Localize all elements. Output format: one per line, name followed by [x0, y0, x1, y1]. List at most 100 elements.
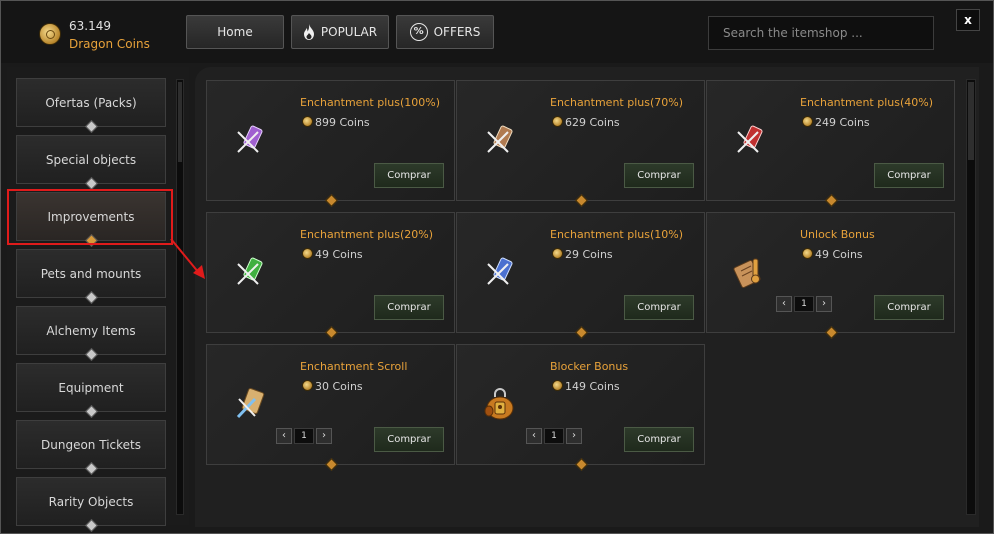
decrease-quantity-button[interactable]: ‹ — [276, 428, 292, 444]
product-title: Enchantment plus(100%) — [300, 96, 441, 109]
unlock-scroll-icon — [733, 258, 761, 289]
sidebar-item-label: Ofertas (Packs) — [45, 95, 137, 110]
increase-quantity-button[interactable]: › — [566, 428, 582, 444]
sidebar-scrollbar[interactable] — [176, 79, 184, 515]
product-price: 629 Coins — [565, 116, 620, 129]
decrease-quantity-button[interactable]: ‹ — [526, 428, 542, 444]
sidebar-item-dungeon-tickets[interactable]: Dungeon Tickets — [16, 420, 166, 475]
lock-bag-icon — [484, 388, 514, 420]
dragon-coin-icon — [39, 23, 61, 45]
sidebar-item-label: Special objects — [45, 152, 137, 167]
quantity-value[interactable]: 1 — [544, 428, 564, 444]
sidebar-scroll-thumb[interactable] — [178, 82, 182, 162]
close-button[interactable]: x — [956, 9, 980, 31]
itemshop-window: 63.149 Dragon Coins Home POPULAR % OFFER… — [0, 0, 994, 534]
coin-icon — [552, 380, 563, 391]
buy-button-label: Comprar — [637, 434, 681, 445]
product-title: Enchantment Scroll — [300, 360, 408, 373]
sidebar-item-equipment[interactable]: Equipment — [16, 363, 166, 418]
red-enchant-scroll-icon — [737, 125, 763, 153]
offers-button[interactable]: % OFFERS — [396, 15, 494, 49]
product-card: Enchantment plus(10%) 29 Coins Comprar — [456, 212, 705, 339]
product-card: Enchantment plus(20%) 49 Coins Comprar — [206, 212, 455, 339]
product-card: Enchantment plus(70%) 629 Coins Comprar — [456, 80, 705, 207]
home-button[interactable]: Home — [186, 15, 284, 49]
sidebar-item-label: Alchemy Items — [46, 323, 136, 338]
buy-button[interactable]: Comprar — [374, 427, 444, 452]
product-price: 899 Coins — [315, 116, 370, 129]
selection-highlight-box — [7, 189, 173, 245]
sidebar-item-pets-and-mounts[interactable]: Pets and mounts — [16, 249, 166, 304]
product-card: Enchantment Scroll 30 Coins ‹ 1 › Compra… — [206, 344, 455, 471]
category-sidebar: Ofertas (Packs) Special objects Improvem… — [7, 67, 189, 532]
diamond-ornament-icon — [85, 177, 98, 190]
blue-enchant-scroll-icon — [487, 257, 513, 285]
buy-button[interactable]: Comprar — [374, 295, 444, 320]
popular-button[interactable]: POPULAR — [291, 15, 389, 49]
product-scroll-thumb[interactable] — [968, 82, 974, 160]
coin-icon — [302, 248, 313, 259]
popular-button-label: POPULAR — [320, 25, 378, 39]
product-title: Enchantment plus(40%) — [800, 96, 934, 109]
coins-currency-name: Dragon Coins — [69, 37, 150, 51]
product-price: 49 Coins — [815, 248, 863, 261]
coin-icon — [552, 248, 563, 259]
buy-button-label: Comprar — [387, 170, 431, 181]
coin-icon — [802, 248, 813, 259]
product-price: 49 Coins — [315, 248, 363, 261]
buy-button[interactable]: Comprar — [874, 163, 944, 188]
diamond-ornament-icon — [85, 348, 98, 361]
sidebar-item-label: Rarity Objects — [48, 494, 134, 509]
sidebar-item-label: Pets and mounts — [40, 266, 142, 281]
product-title: Unlock Bonus — [800, 228, 875, 241]
sidebar-item-label: Dungeon Tickets — [41, 437, 141, 452]
diamond-ornament-icon — [85, 519, 98, 532]
home-button-label: Home — [217, 25, 253, 39]
product-card: Unlock Bonus 49 Coins ‹ 1 › Comprar — [706, 212, 955, 339]
product-title: Blocker Bonus — [550, 360, 629, 373]
increase-quantity-button[interactable]: › — [316, 428, 332, 444]
product-price: 30 Coins — [315, 380, 363, 393]
diamond-ornament-icon — [85, 405, 98, 418]
coin-icon — [302, 380, 313, 391]
product-card: Blocker Bonus 149 Coins ‹ 1 › Comprar — [456, 344, 705, 471]
flame-icon — [303, 24, 314, 40]
diamond-ornament-icon — [85, 291, 98, 304]
increase-quantity-button[interactable]: › — [816, 296, 832, 312]
sidebar-item-rarity-objects[interactable]: Rarity Objects — [16, 477, 166, 532]
sidebar-item-alchemy-items[interactable]: Alchemy Items — [16, 306, 166, 361]
green-enchant-scroll-icon — [237, 257, 263, 285]
product-title: Enchantment plus(10%) — [550, 228, 684, 241]
brown-enchant-scroll-icon — [487, 125, 513, 153]
buy-button-label: Comprar — [887, 302, 931, 313]
decrease-quantity-button[interactable]: ‹ — [776, 296, 792, 312]
coins-amount: 63.149 — [69, 19, 111, 33]
product-price: 149 Coins — [565, 380, 620, 393]
quantity-value[interactable]: 1 — [294, 428, 314, 444]
sidebar-item-special-objects[interactable]: Special objects — [16, 135, 166, 190]
buy-button-label: Comprar — [637, 170, 681, 181]
quantity-stepper: ‹ 1 › — [276, 428, 332, 444]
product-card: Enchantment plus(100%) 899 Coins Comprar — [206, 80, 455, 207]
product-title: Enchantment plus(70%) — [550, 96, 684, 109]
buy-button[interactable]: Comprar — [874, 295, 944, 320]
enchant-scroll-icon — [236, 387, 265, 419]
buy-button-label: Comprar — [387, 302, 431, 313]
diamond-ornament-icon — [85, 120, 98, 133]
quantity-value[interactable]: 1 — [794, 296, 814, 312]
purple-enchant-scroll-icon — [237, 125, 263, 153]
buy-button[interactable]: Comprar — [624, 295, 694, 320]
product-scrollbar[interactable] — [966, 79, 976, 515]
buy-button[interactable]: Comprar — [374, 163, 444, 188]
buy-button-label: Comprar — [637, 302, 681, 313]
quantity-stepper: ‹ 1 › — [526, 428, 582, 444]
offers-button-label: OFFERS — [433, 25, 481, 39]
coin-icon — [802, 116, 813, 127]
sidebar-item-ofertas-packs[interactable]: Ofertas (Packs) — [16, 78, 166, 133]
percent-icon: % — [409, 23, 428, 41]
search-input[interactable] — [708, 16, 934, 50]
red-arrow-icon — [170, 238, 205, 279]
quantity-stepper: ‹ 1 › — [776, 296, 832, 312]
buy-button[interactable]: Comprar — [624, 163, 694, 188]
buy-button[interactable]: Comprar — [624, 427, 694, 452]
